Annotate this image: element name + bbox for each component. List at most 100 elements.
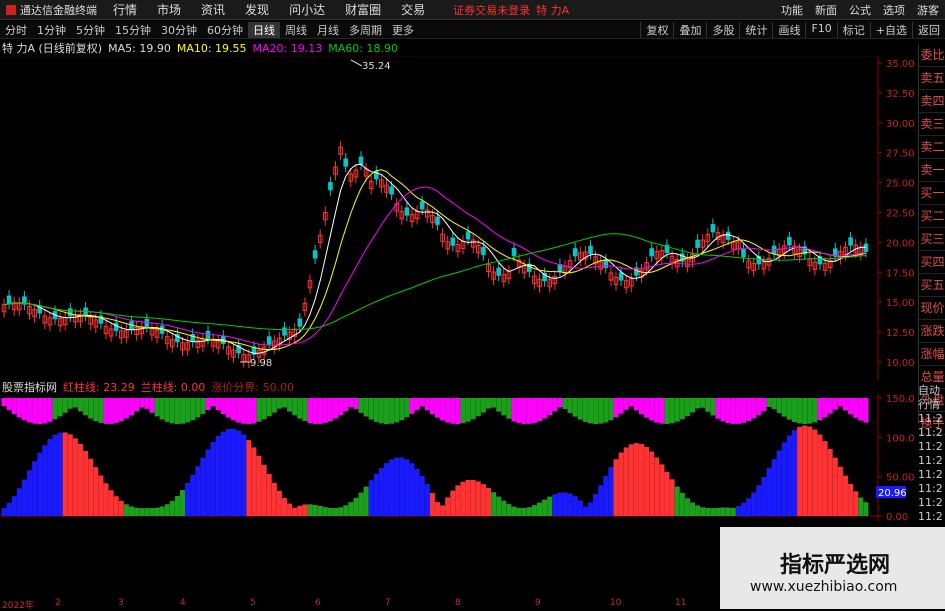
indicator-band: [419, 398, 425, 407]
indicator-band: [429, 398, 435, 415]
period-tab-more[interactable]: 更多: [387, 22, 419, 38]
menu-item-jiaoyi[interactable]: 交易: [391, 1, 435, 18]
indicator-tick-0: 150.0: [886, 394, 915, 405]
indicator-bar: [322, 507, 328, 516]
indicator-bar: [302, 504, 308, 516]
chart-canvas[interactable]: 35.00 32.50 30.00 27.50 25.00 22.50 20.00 17.50…: [0, 56, 918, 596]
indicator-band: [118, 398, 124, 422]
indicator-band: [409, 398, 415, 414]
indicator-bar: [501, 500, 507, 516]
indicator-bar: [378, 467, 384, 516]
menu-gongneng[interactable]: 功能: [775, 2, 809, 18]
indicator-band: [531, 398, 537, 423]
indicator-bar: [129, 506, 134, 516]
indicator-band: [52, 398, 58, 420]
tool-fuquan[interactable]: 复权: [640, 21, 673, 38]
tool-zixuan[interactable]: +自选: [869, 21, 912, 38]
indicator-band: [480, 398, 486, 413]
period-tab-daily[interactable]: 日线: [248, 21, 280, 38]
indicator-bar: [705, 508, 711, 516]
indicator-bar: [577, 500, 583, 516]
candle-body: [511, 247, 517, 257]
watermark-name: 指标严选网: [780, 553, 891, 578]
tool-f10[interactable]: F10: [805, 21, 836, 38]
indicator-band: [725, 398, 731, 424]
price-tick-4: 25.00: [886, 179, 915, 190]
period-tab-3[interactable]: 15分钟: [110, 22, 156, 38]
indicator-name[interactable]: 股票指标网: [2, 379, 57, 395]
indicator-bar: [215, 435, 221, 516]
indicator-band: [42, 398, 48, 424]
indicator-band: [786, 398, 792, 420]
login-warning[interactable]: 证券交易未登录: [453, 2, 530, 18]
indicator-bar: [32, 461, 38, 516]
indicator-band: [129, 398, 134, 416]
period-tab-5[interactable]: 60分钟: [202, 22, 248, 38]
indicator-band: [241, 398, 247, 424]
tool-biaoji[interactable]: 标记: [836, 21, 870, 38]
indicator-bar: [746, 498, 752, 516]
trade-row-2: 11:2: [918, 412, 943, 425]
candle-body: [389, 186, 394, 195]
indicator-band: [57, 398, 63, 417]
indicator-bar: [220, 431, 226, 516]
indicator-bar: [154, 507, 160, 516]
indicator-bar: [720, 507, 726, 516]
indicator-bar: [435, 502, 440, 516]
indicator-bar: [47, 439, 53, 516]
indicator-band: [603, 398, 609, 423]
tool-diejia[interactable]: 叠加: [673, 21, 706, 38]
indicator-bar: [659, 464, 665, 516]
price-tick-9: 12.50: [886, 328, 915, 339]
candle-body: [419, 201, 425, 210]
menu-item-shichang[interactable]: 市场: [147, 1, 191, 18]
tool-tongji[interactable]: 统计: [739, 21, 772, 38]
menu-item-wenxiaoda[interactable]: 问小达: [279, 1, 335, 18]
date-tick-7: 8: [455, 598, 461, 608]
indicator-band: [113, 398, 119, 423]
period-tab-2[interactable]: 5分钟: [71, 22, 110, 38]
indicator-bar: [139, 508, 145, 516]
indicator-tick-2: 50.00: [886, 473, 915, 484]
period-tab-9[interactable]: 多周期: [344, 22, 387, 38]
candle-body: [435, 216, 440, 225]
ma5-label: MA5: 19.90: [108, 41, 171, 55]
indicator-bar: [164, 504, 170, 516]
candle-body: [404, 207, 410, 216]
menu-gongshi[interactable]: 公式: [843, 2, 877, 18]
indicator-bar: [52, 434, 58, 516]
indicator-band: [572, 398, 578, 417]
trade-row-1: 行情: [918, 398, 940, 411]
menu-item-hangqing[interactable]: 行情: [103, 1, 147, 18]
tool-fanhui[interactable]: 返回: [912, 21, 945, 38]
indicator-bar: [649, 451, 655, 516]
indicator-band: [159, 398, 165, 420]
period-tab-0[interactable]: 分时: [0, 22, 32, 38]
indicator-bar: [210, 442, 216, 516]
menu-item-caifuquan[interactable]: 财富圈: [335, 1, 391, 18]
indicator-bar: [6, 502, 12, 516]
indicator-band: [613, 398, 619, 418]
indicator-band: [858, 398, 864, 421]
menu-item-zixun[interactable]: 资讯: [191, 1, 235, 18]
candle-body: [450, 237, 456, 246]
menu-xuanxiang[interactable]: 选项: [877, 2, 911, 18]
period-tab-7[interactable]: 周线: [280, 22, 312, 38]
menu-item-faxian[interactable]: 发现: [235, 1, 279, 18]
indicator-bar: [113, 496, 119, 516]
user-guest[interactable]: 游客: [911, 2, 945, 18]
low-annotation: 9.98: [240, 358, 272, 369]
indicator-band: [720, 398, 726, 422]
period-tab-4[interactable]: 30分钟: [156, 22, 202, 38]
indicator-bar: [674, 486, 680, 516]
indicator-bar: [506, 504, 512, 516]
menu-xinmian[interactable]: 新面: [809, 2, 843, 18]
indicator-bar: [62, 432, 68, 516]
indicator-band: [445, 398, 451, 423]
indicator-bar: [333, 508, 338, 516]
period-tab-8[interactable]: 月线: [312, 22, 344, 38]
tool-huaxian[interactable]: 画线: [772, 21, 805, 38]
tool-duogu[interactable]: 多股: [706, 21, 739, 38]
period-tab-1[interactable]: 1分钟: [32, 22, 71, 38]
quote-row-4: 卖二: [919, 136, 945, 159]
